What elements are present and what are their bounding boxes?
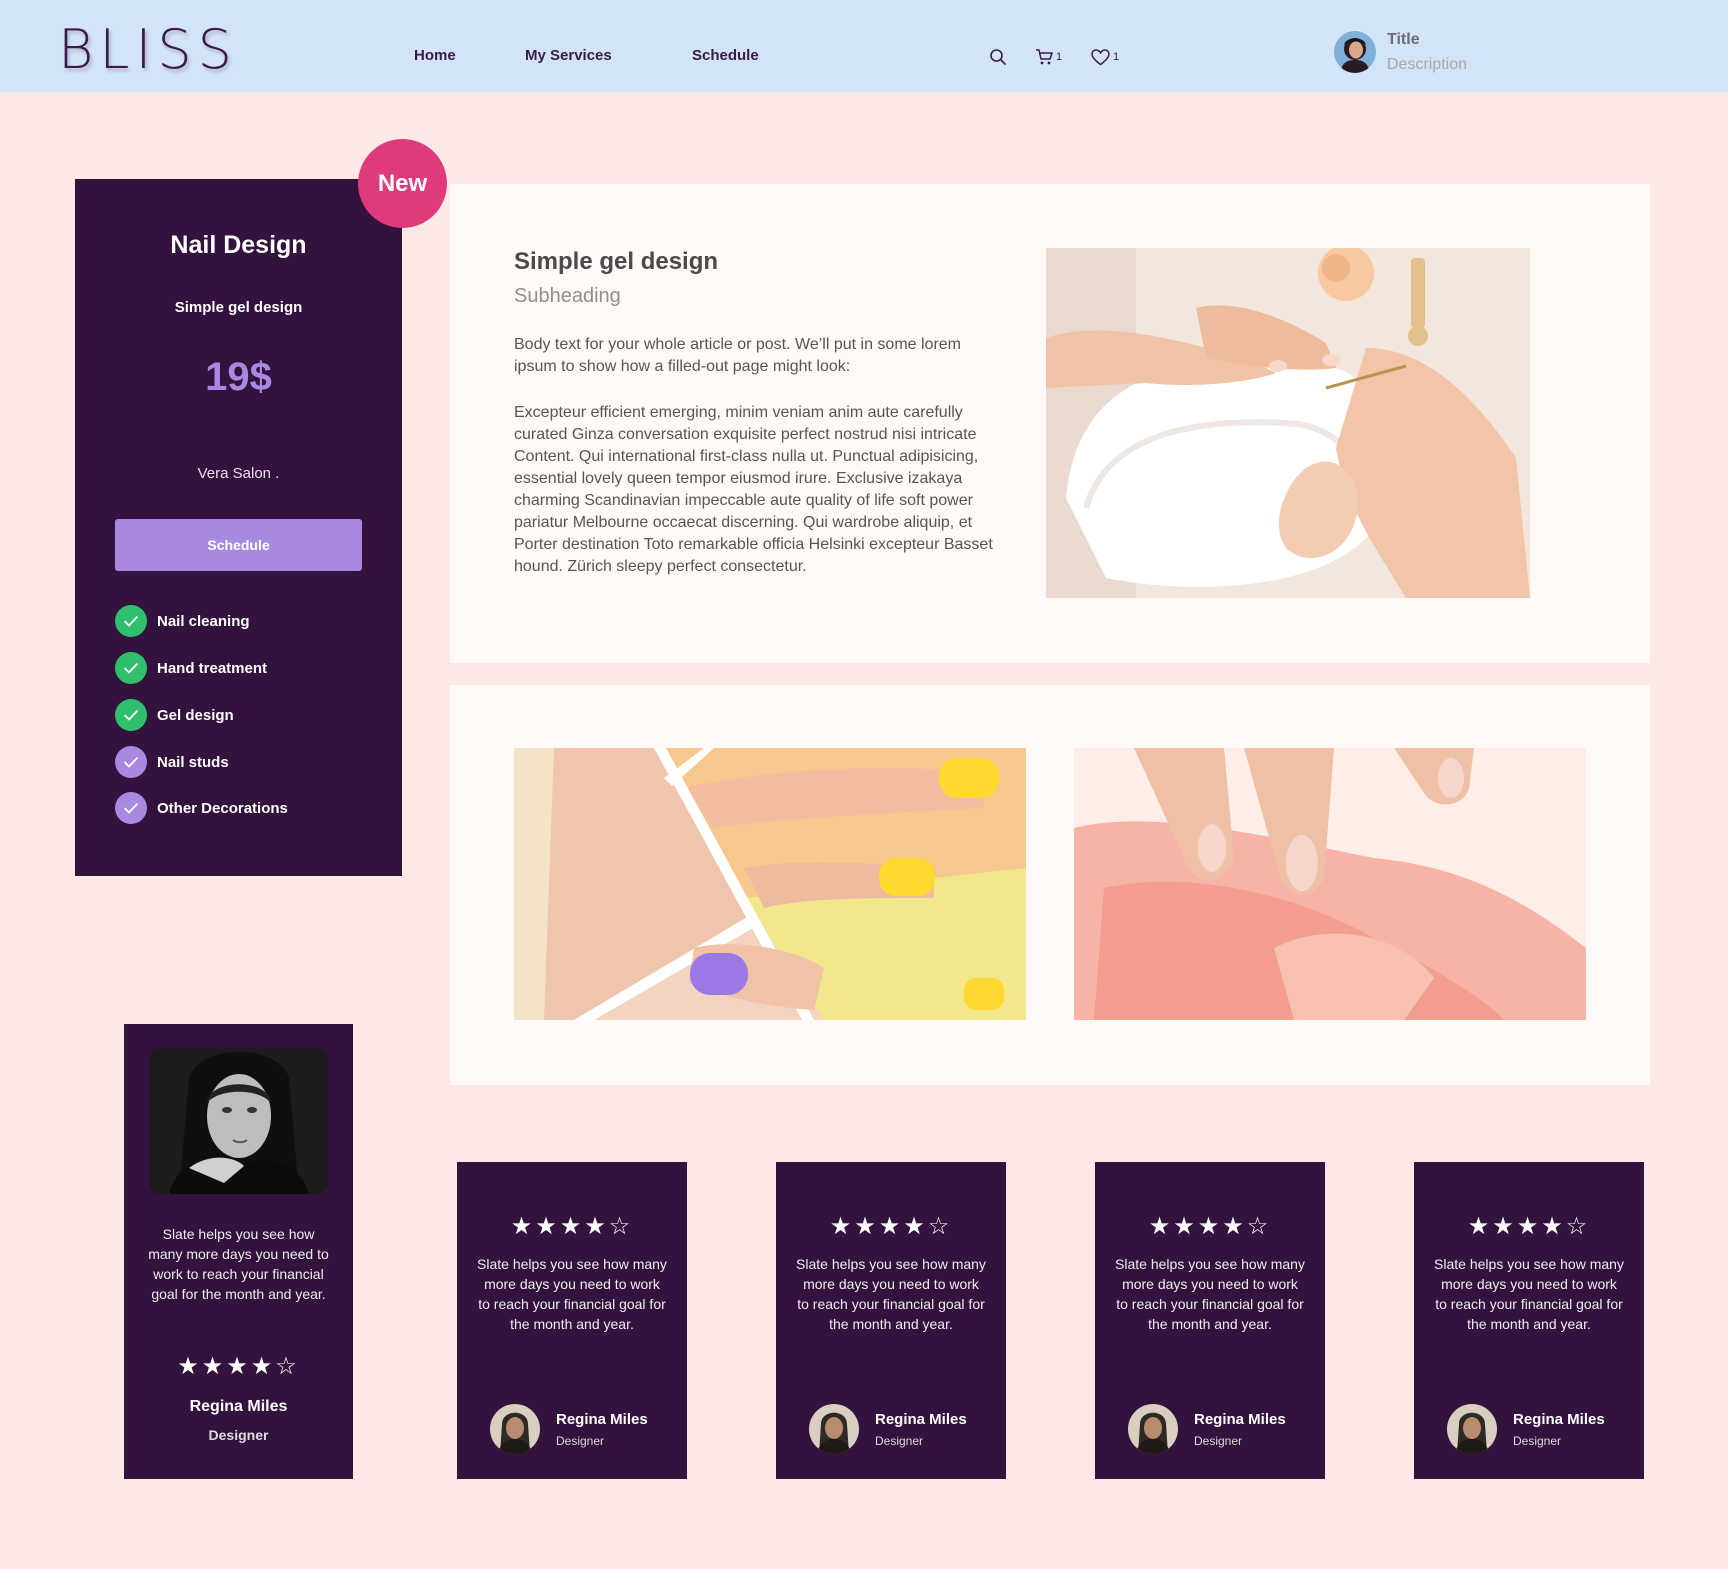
- reviewer-name: Regina Miles: [1513, 1411, 1605, 1428]
- service-title: Nail Design: [170, 231, 307, 259]
- testimonial-role: Designer: [208, 1427, 269, 1443]
- reviewer-name: Regina Miles: [875, 1411, 967, 1428]
- article-title: Simple gel design: [514, 248, 719, 275]
- reviewer-avatar: [1128, 1404, 1178, 1454]
- heart-icon: [1091, 48, 1110, 65]
- review-card: ★★★★☆ Slate helps you see how many more …: [457, 1162, 687, 1479]
- service-price: 19$: [205, 355, 272, 399]
- testimonial-name: Regina Miles: [189, 1398, 288, 1415]
- feature-label: Hand treatment: [157, 659, 268, 677]
- testimonial-quote: Slate helps you see how many more days y…: [148, 1226, 329, 1302]
- article-intro: Body text for your whole article or post…: [514, 336, 961, 375]
- check-icon: [115, 605, 147, 637]
- reviewer-avatar: [1447, 1404, 1497, 1454]
- favorites-count: 1: [1113, 51, 1120, 63]
- review-quote: Slate helps you see how many more days y…: [477, 1256, 667, 1332]
- review-quote: Slate helps you see how many more days y…: [1115, 1256, 1305, 1332]
- review-card: ★★★★☆ Slate helps you see how many more …: [1095, 1162, 1325, 1479]
- top-header: BLISS Home My Services Schedule 1 1 Titl…: [0, 0, 1728, 92]
- user-description: Description: [1387, 56, 1468, 73]
- check-icon: [115, 792, 147, 824]
- star-rating: ★★★★☆: [510, 1213, 634, 1240]
- user-avatar[interactable]: [1334, 31, 1376, 73]
- feature-item: Other Decorations: [115, 792, 288, 824]
- gallery-panel: [450, 685, 1650, 1085]
- article-body: Excepteur efficient emerging, minim veni…: [514, 404, 993, 575]
- nav-schedule[interactable]: Schedule: [692, 47, 759, 64]
- reviewer-role: Designer: [1194, 1434, 1243, 1448]
- feature-item: Gel design: [115, 699, 234, 731]
- cart-count: 1: [1056, 51, 1063, 63]
- search-button[interactable]: [989, 47, 1007, 67]
- schedule-button[interactable]: Schedule: [115, 519, 362, 571]
- star-rating: ★★★★☆: [1148, 1213, 1272, 1240]
- featured-testimonial: Slate helps you see how many more days y…: [124, 1024, 353, 1479]
- check-icon: [115, 746, 147, 778]
- star-rating: ★★★★☆: [1467, 1213, 1591, 1240]
- star-rating: ★★★★☆: [177, 1353, 300, 1380]
- pink-rose-photo: [1074, 748, 1586, 1020]
- check-icon: [115, 652, 147, 684]
- yellow-nails-photo: [514, 748, 1026, 1020]
- feature-label: Other Decorations: [157, 799, 288, 817]
- star-rating: ★★★★☆: [829, 1213, 953, 1240]
- service-subtitle: Simple gel design: [174, 299, 303, 316]
- reviewer-role: Designer: [875, 1434, 924, 1448]
- article-panel: Simple gel design Subheading Body text f…: [450, 184, 1650, 663]
- service-card: Nail Design Simple gel design 19$ Vera S…: [75, 179, 402, 876]
- check-icon: [115, 699, 147, 731]
- nav-home[interactable]: Home: [414, 47, 456, 64]
- service-salon: Vera Salon .: [197, 465, 280, 482]
- review-quote: Slate helps you see how many more days y…: [1434, 1256, 1624, 1332]
- reviewer-avatar: [809, 1404, 859, 1454]
- article-subheading: Subheading: [514, 285, 621, 307]
- feature-item: Nail cleaning: [115, 605, 250, 637]
- cart-icon: [1036, 49, 1053, 65]
- search-icon: [990, 49, 1006, 65]
- feature-label: Nail cleaning: [157, 612, 250, 630]
- feature-item: Hand treatment: [115, 652, 267, 684]
- review-card: ★★★★☆ Slate helps you see how many more …: [776, 1162, 1006, 1479]
- reviewer-role: Designer: [556, 1434, 605, 1448]
- feature-item: Nail studs: [115, 746, 229, 778]
- reviewer-name: Regina Miles: [556, 1411, 648, 1428]
- feature-label: Gel design: [157, 706, 234, 724]
- new-badge: New: [358, 139, 447, 228]
- reviewer-avatar: [490, 1404, 540, 1454]
- review-card: ★★★★☆ Slate helps you see how many more …: [1414, 1162, 1644, 1479]
- review-quote: Slate helps you see how many more days y…: [796, 1256, 986, 1332]
- cart-button[interactable]: 1: [1035, 47, 1062, 67]
- reviewer-name: Regina Miles: [1194, 1411, 1286, 1428]
- reviewer-role: Designer: [1513, 1434, 1562, 1448]
- testimonial-photo: [149, 1048, 328, 1194]
- favorites-button[interactable]: 1: [1091, 47, 1119, 67]
- nav-my-services[interactable]: My Services: [525, 47, 612, 64]
- feature-label: Nail studs: [157, 753, 229, 771]
- user-title: Title: [1387, 31, 1420, 48]
- manicure-photo: [1046, 248, 1530, 598]
- brand-logo[interactable]: BLISS: [58, 20, 238, 80]
